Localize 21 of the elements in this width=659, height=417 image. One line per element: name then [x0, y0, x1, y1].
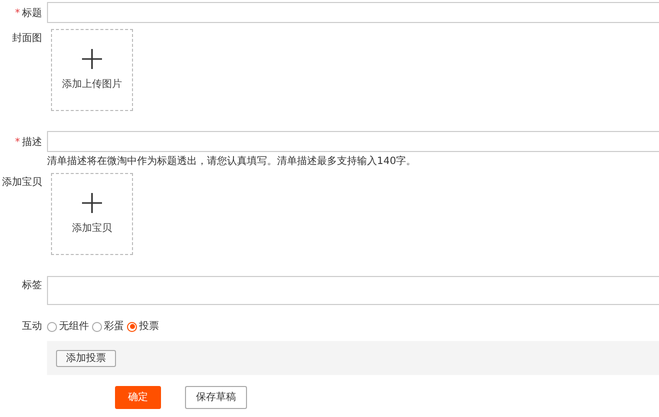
plus-icon: [82, 48, 102, 68]
text-input[interactable]: [47, 131, 659, 152]
field-label: 标题: [22, 6, 42, 21]
upload-area[interactable]: 添加宝贝: [51, 173, 133, 255]
add-vote-button[interactable]: 添加投票: [56, 350, 116, 366]
required-asterisk: *: [15, 136, 20, 150]
required-asterisk: *: [15, 7, 20, 21]
upload-area[interactable]: 添加上传图片: [51, 29, 133, 111]
field-label: 描述: [22, 136, 42, 150]
field-label: 添加宝贝: [2, 176, 42, 190]
tag-input[interactable]: [47, 276, 659, 305]
radio-option[interactable]: 无组件: [47, 319, 89, 334]
radio-option[interactable]: 投票: [127, 319, 159, 334]
field-label: 互动: [22, 320, 42, 334]
plus-icon: [82, 192, 102, 212]
field-label: 标签: [22, 278, 42, 293]
radio-option[interactable]: 彩蛋: [92, 319, 124, 334]
hint-text: 清单描述将在微淘中作为标题透出，请您认真填写。清单描述最多支持输入140字。: [47, 155, 418, 168]
text-input[interactable]: [47, 2, 659, 23]
save-draft-button[interactable]: 保存草稿: [185, 386, 247, 409]
field-label: 封面图: [12, 32, 42, 46]
